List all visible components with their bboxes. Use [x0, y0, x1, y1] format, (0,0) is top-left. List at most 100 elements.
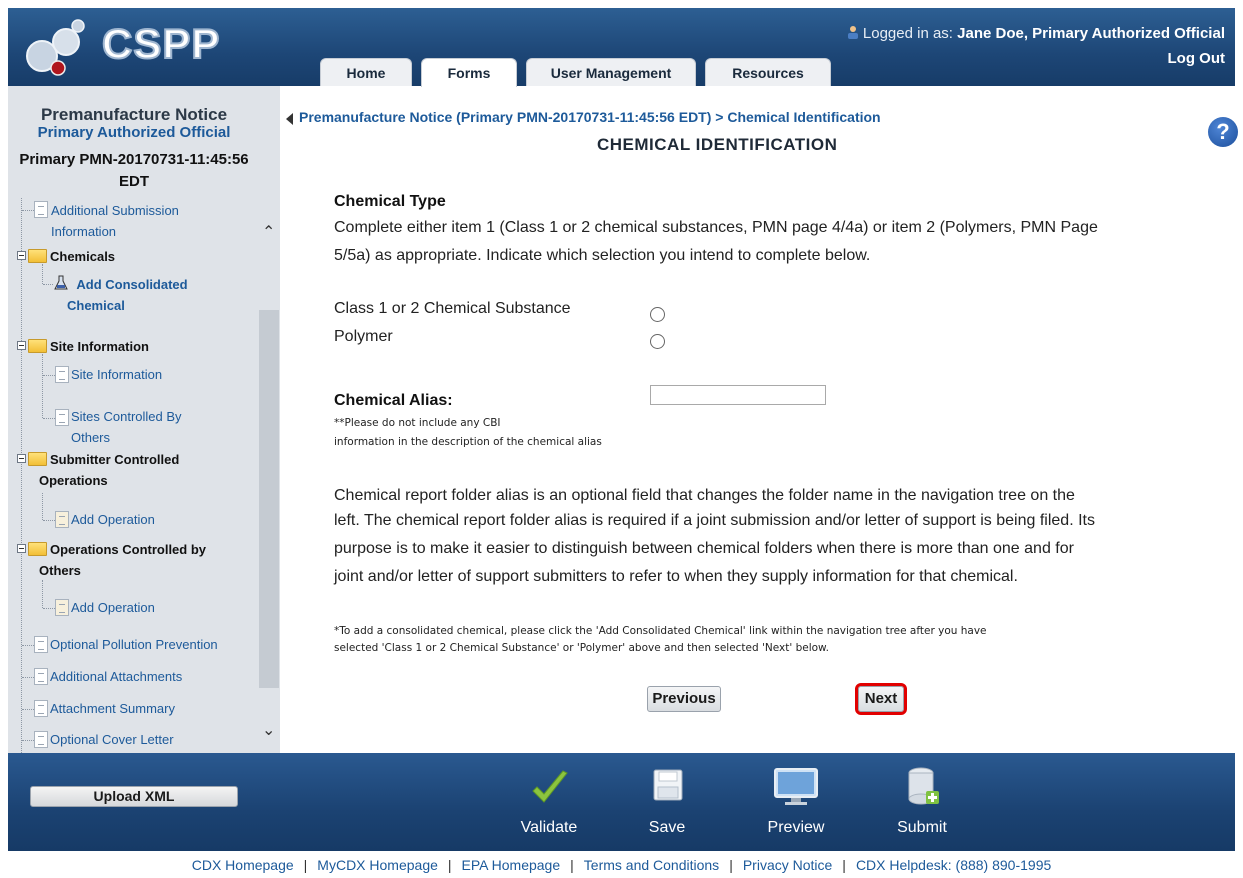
- alias-note-2: information in the description of the ch…: [334, 436, 602, 448]
- sidebar-item-operations-controlled-by-others[interactable]: Operations Controlled by Others: [39, 539, 206, 581]
- sidebar-scrollbar[interactable]: ⌃ ⌄: [258, 198, 280, 753]
- breadcrumb[interactable]: Premanufacture Notice (Primary PMN-20170…: [299, 109, 881, 125]
- tab-forms[interactable]: Forms: [421, 58, 517, 87]
- alias-explanation-4: joint and/or letter of support submitter…: [334, 568, 1018, 585]
- chemical-alias-input[interactable]: [650, 385, 826, 405]
- collapse-icon[interactable]: [17, 251, 26, 260]
- link-mycdx-homepage[interactable]: MyCDX Homepage: [317, 857, 438, 873]
- link-cdx-homepage[interactable]: CDX Homepage: [192, 857, 294, 873]
- folder-icon: [28, 542, 47, 556]
- page-title: CHEMICAL IDENTIFICATION: [597, 135, 838, 154]
- folder-icon: [28, 249, 47, 263]
- document-icon: [34, 700, 48, 717]
- tab-resources[interactable]: Resources: [705, 58, 831, 86]
- preview-button[interactable]: Preview: [751, 753, 841, 851]
- sidebar-pmn-id: Primary PMN-20170731-11:45:56 EDT: [8, 149, 260, 193]
- add-document-icon: [55, 511, 69, 528]
- login-prefix: Logged in as:: [862, 25, 953, 42]
- document-icon: [34, 668, 48, 685]
- action-bar: Upload XML Validate Save Preview Submit: [8, 753, 1235, 851]
- scrollbar-thumb[interactable]: [259, 310, 279, 688]
- submit-label: Submit: [897, 819, 947, 836]
- molecule-logo-icon: [26, 19, 85, 76]
- login-info: Logged in as: Jane Doe, Primary Authoriz…: [846, 25, 1225, 42]
- collapse-icon[interactable]: [17, 454, 26, 463]
- alias-note-1: **Please do not include any CBI: [334, 417, 501, 429]
- tree-connector: [42, 264, 43, 284]
- sidebar-role: Primary Authorized Official: [37, 124, 231, 141]
- consolidated-note-1: *To add a consolidated chemical, please …: [334, 625, 987, 637]
- chemical-type-instructions-1: Complete either item 1 (Class 1 or 2 che…: [334, 219, 1098, 236]
- sidebar-item-submitter-controlled-operations[interactable]: Submitter Controlled Operations: [39, 449, 179, 491]
- sidebar-item-chemicals[interactable]: Chemicals: [50, 246, 115, 267]
- save-button[interactable]: Save: [622, 753, 712, 851]
- pmn-id-line1: Primary PMN-20170731-11:45:56: [19, 151, 249, 168]
- document-icon: [34, 636, 48, 653]
- link-terms-and-conditions[interactable]: Terms and Conditions: [584, 857, 719, 873]
- chemical-alias-label: Chemical Alias:: [334, 392, 453, 409]
- link-cdx-helpdesk[interactable]: CDX Helpdesk: (888) 890-1995: [856, 857, 1051, 873]
- scroll-up-icon[interactable]: ⌃: [262, 222, 275, 242]
- class-chemical-radio[interactable]: [650, 307, 665, 322]
- tree-connector: [21, 198, 22, 753]
- sidebar-item-site-information-folder[interactable]: Site Information: [50, 336, 149, 357]
- sidebar-item-sites-controlled-by-others[interactable]: Sites Controlled By Others: [71, 406, 182, 448]
- save-label: Save: [648, 819, 686, 836]
- link-epa-homepage[interactable]: EPA Homepage: [462, 857, 561, 873]
- tree-connector: [42, 493, 43, 520]
- upload-xml-button[interactable]: Upload XML: [30, 786, 238, 807]
- app-header: CSPP Logged in as: Jane Doe, Primary Aut…: [8, 8, 1235, 87]
- tab-user-management[interactable]: User Management: [526, 58, 696, 86]
- sidebar-item-additional-submission-information[interactable]: Additional Submission Information: [51, 200, 179, 242]
- sidebar-item-add-consolidated-chemical[interactable]: Add Consolidated Chemical: [67, 274, 197, 316]
- submit-button[interactable]: Submit: [877, 753, 967, 851]
- add-document-icon: [55, 599, 69, 616]
- consolidated-note-2: selected 'Class 1 or 2 Chemical Substanc…: [334, 642, 830, 654]
- sidebar-item-optional-cover-letter[interactable]: Optional Cover Letter: [50, 729, 174, 750]
- monitor-icon: [774, 768, 818, 805]
- navigation-tree: Additional Submission Information Chemic…: [8, 198, 258, 753]
- link-privacy-notice[interactable]: Privacy Notice: [743, 857, 832, 873]
- preview-label: Preview: [767, 819, 825, 836]
- sidebar-item-attachment-summary[interactable]: Attachment Summary: [50, 698, 175, 719]
- sidebar-item-add-operation[interactable]: Add Operation: [71, 509, 155, 530]
- flask-icon: [54, 275, 68, 290]
- pmn-id-line2: EDT: [119, 173, 149, 190]
- logo-text: CSPP: [101, 19, 221, 68]
- tree-connector: [42, 580, 43, 608]
- polymer-radio[interactable]: [650, 334, 665, 349]
- tab-home[interactable]: Home: [320, 58, 412, 86]
- sidebar-item-add-operation-2[interactable]: Add Operation: [71, 597, 155, 618]
- save-icon: [653, 769, 683, 801]
- login-user: Jane Doe, Primary Authorized Official: [957, 25, 1225, 42]
- user-icon: [847, 26, 858, 39]
- sidebar-item-optional-pollution-prevention[interactable]: Optional Pollution Prevention: [50, 634, 218, 655]
- document-icon: [55, 409, 69, 426]
- collapse-sidebar-icon[interactable]: [286, 113, 293, 125]
- folder-icon: [28, 452, 47, 466]
- validate-label: Validate: [520, 819, 578, 836]
- sidebar-item-site-information[interactable]: Site Information: [71, 364, 162, 385]
- previous-button[interactable]: Previous: [647, 686, 721, 712]
- radio-label-polymer: Polymer: [334, 328, 393, 345]
- logout-link[interactable]: Log Out: [1168, 50, 1225, 67]
- document-icon: [34, 201, 48, 218]
- validate-button[interactable]: Validate: [504, 753, 594, 851]
- cspp-logo[interactable]: CSPP: [22, 16, 232, 76]
- checkmark-icon: [532, 770, 568, 803]
- next-button[interactable]: Next: [855, 683, 907, 715]
- chemical-type-heading: Chemical Type: [334, 193, 446, 210]
- alias-explanation-1: Chemical report folder alias is an optio…: [334, 487, 1075, 504]
- sidebar-title: Premanufacture Notice: [40, 105, 228, 124]
- sidebar-header: Premanufacture Notice Primary Authorized…: [8, 86, 280, 202]
- database-add-icon: [908, 767, 939, 805]
- alias-explanation-3: purpose is to make it easier to distingu…: [334, 540, 1074, 557]
- sidebar-item-additional-attachments[interactable]: Additional Attachments: [50, 666, 182, 687]
- help-icon[interactable]: ?: [1208, 117, 1238, 147]
- document-icon: [55, 366, 69, 383]
- collapse-icon[interactable]: [17, 341, 26, 350]
- navigation-sidebar: Premanufacture Notice Primary Authorized…: [8, 86, 280, 753]
- radio-label-class-chemical: Class 1 or 2 Chemical Substance: [334, 300, 571, 317]
- scroll-down-icon[interactable]: ⌄: [262, 720, 275, 740]
- collapse-icon[interactable]: [17, 544, 26, 553]
